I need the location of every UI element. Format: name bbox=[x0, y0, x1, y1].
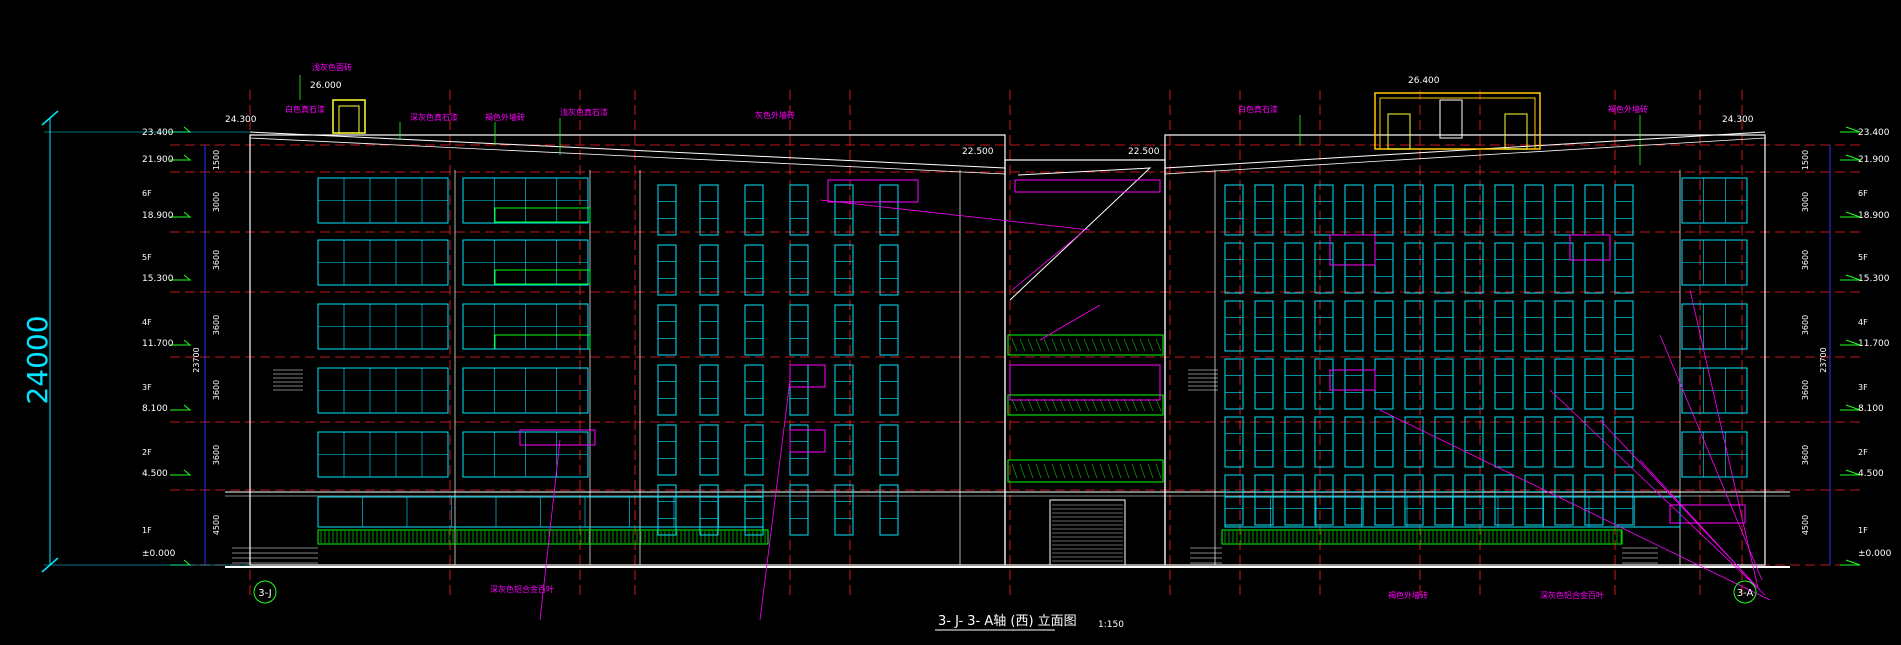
note-6: 白色真石漆 bbox=[1238, 104, 1278, 114]
dim-right-3600b: 3600 bbox=[1801, 315, 1810, 335]
dim-left-3000: 3000 bbox=[212, 192, 221, 212]
note-1: 浅灰色面砖 bbox=[312, 62, 352, 72]
dim-left-total: 23700 bbox=[192, 347, 201, 372]
elev-left-11: 2F bbox=[142, 448, 152, 457]
axis-left-label: 3-J bbox=[258, 588, 271, 599]
elev-right-5: 5F bbox=[1858, 253, 1868, 262]
elev-left-12: 4.500 bbox=[142, 469, 168, 479]
elev-left-6: 15.300 bbox=[142, 274, 174, 284]
drawing-scale: 1:150 bbox=[1098, 620, 1124, 630]
axis-right-label: 3-A bbox=[1737, 588, 1754, 599]
elev-right-1: 23.400 bbox=[1858, 128, 1890, 138]
dim-right-3600c: 3600 bbox=[1801, 380, 1810, 400]
top-mark-1: 24.300 bbox=[225, 115, 257, 125]
elev-left-1: 23.400 bbox=[142, 128, 174, 138]
elev-left-2: 21.900 bbox=[142, 155, 174, 165]
note-3: 深灰色真石漆 bbox=[410, 112, 458, 122]
elev-left-14: ±0.000 bbox=[142, 549, 176, 559]
elev-left-5: 5F bbox=[142, 253, 152, 262]
dim-left-3600b: 3600 bbox=[212, 315, 221, 335]
dim-right-4500: 4500 bbox=[1801, 515, 1810, 535]
note-2: 白色真石漆 bbox=[285, 104, 325, 114]
note-4: 褐色外墙砖 bbox=[485, 112, 525, 122]
dim-left-3600a: 3600 bbox=[212, 250, 221, 270]
overall-height-text: 24000 bbox=[21, 315, 54, 404]
dim-right-3600a: 3600 bbox=[1801, 250, 1810, 270]
top-mark-4: 22.500 bbox=[1128, 147, 1160, 157]
elev-right-12: 4.500 bbox=[1858, 469, 1884, 479]
elev-left-7: 4F bbox=[142, 318, 152, 327]
note-11: 深灰色铝合金百叶 bbox=[1540, 590, 1604, 600]
elev-right-6: 15.300 bbox=[1858, 274, 1890, 284]
elev-right-8: 11.700 bbox=[1858, 339, 1890, 349]
dim-left-3600d: 3600 bbox=[212, 445, 221, 465]
elevation-drawing: 24000 23.400 21.900 6F 18.900 5F 15.300 … bbox=[0, 0, 1901, 645]
top-mark-5: 26.400 bbox=[1408, 76, 1440, 86]
elev-left-4: 18.900 bbox=[142, 211, 174, 221]
top-mark-6: 24.300 bbox=[1722, 115, 1754, 125]
elev-right-10: 8.100 bbox=[1858, 404, 1884, 414]
elev-right-11: 2F bbox=[1858, 448, 1868, 457]
elev-left-10: 8.100 bbox=[142, 404, 168, 414]
elev-left-9: 3F bbox=[142, 383, 152, 392]
elev-left-13: 1F bbox=[142, 526, 152, 535]
elev-left-3: 6F bbox=[142, 189, 152, 198]
elev-right-9: 3F bbox=[1858, 383, 1868, 392]
top-mark-2: 26.000 bbox=[310, 81, 342, 91]
dim-left-1500: 1500 bbox=[212, 150, 221, 170]
elev-right-3: 6F bbox=[1858, 189, 1868, 198]
elev-right-13: 1F bbox=[1858, 526, 1868, 535]
dim-right-3000: 3000 bbox=[1801, 192, 1810, 212]
note-7: 褐色外墙砖 bbox=[1608, 104, 1648, 114]
top-mark-3: 22.500 bbox=[962, 147, 994, 157]
dim-right-1500: 1500 bbox=[1801, 150, 1810, 170]
elev-right-2: 21.900 bbox=[1858, 155, 1890, 165]
elev-right-4: 18.900 bbox=[1858, 211, 1890, 221]
elev-right-14: ±0.000 bbox=[1858, 549, 1892, 559]
dim-right-3600d: 3600 bbox=[1801, 445, 1810, 465]
elev-right-7: 4F bbox=[1858, 318, 1868, 327]
note-9: 深灰色铝合金百叶 bbox=[490, 584, 554, 594]
dim-right-total: 23700 bbox=[1819, 347, 1828, 372]
drawing-title: 3- J- 3- A轴 (西) 立面图 bbox=[938, 614, 1077, 629]
note-5: 浅灰色真石漆 bbox=[560, 107, 608, 117]
elev-left-8: 11.700 bbox=[142, 339, 174, 349]
note-8: 灰色外墙砖 bbox=[755, 110, 795, 120]
note-10: 褐色外墙砖 bbox=[1388, 590, 1428, 600]
dim-left-4500: 4500 bbox=[212, 515, 221, 535]
dim-left-3600c: 3600 bbox=[212, 380, 221, 400]
